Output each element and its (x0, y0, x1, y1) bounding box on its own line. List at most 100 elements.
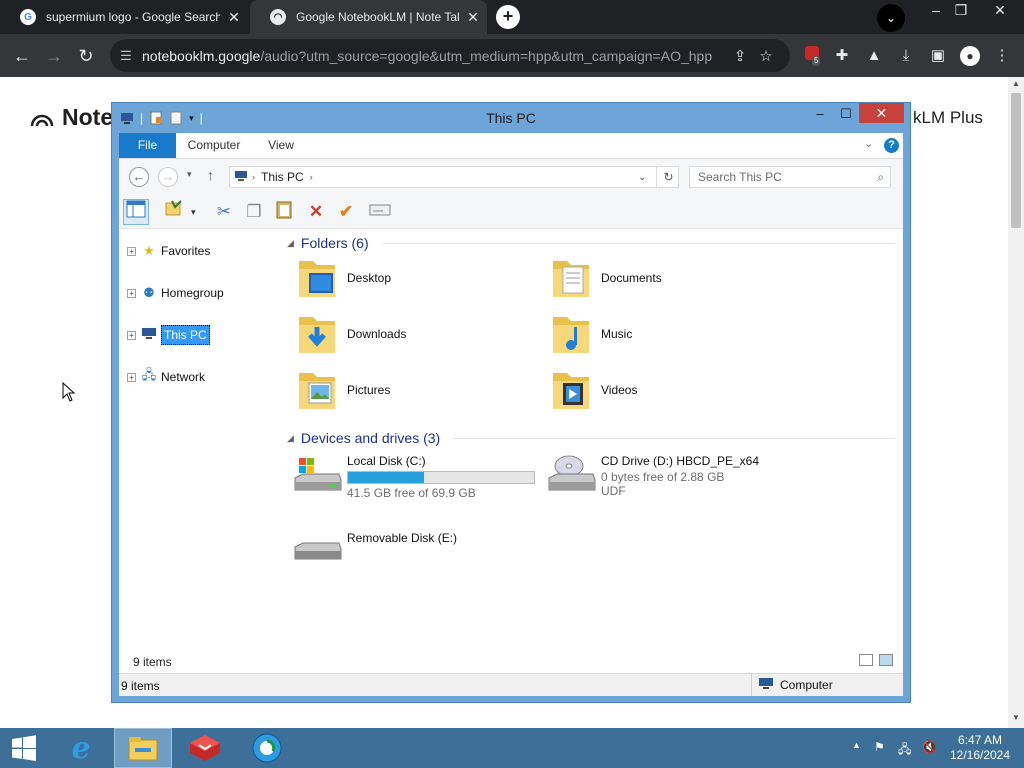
nav-label-selected: This PC (161, 325, 210, 345)
details-view-icon[interactable] (859, 654, 873, 666)
notebooklm-logo[interactable]: Note (30, 104, 113, 131)
browser-tabstrip: G supermium logo - Google Search ✕ ◠ Goo… (0, 0, 1024, 34)
folder-name: Music (601, 327, 633, 341)
labs-flask-icon[interactable]: ▲ (862, 44, 886, 68)
share-icon[interactable]: ⇪ (727, 47, 753, 65)
nav-homegroup[interactable]: + ⚉ Homegroup (127, 283, 224, 303)
breadcrumb-this-pc[interactable]: This PC (261, 170, 304, 184)
profile-avatar-icon[interactable]: ● (958, 44, 982, 68)
drive-name: Removable Disk (E:) (347, 531, 458, 545)
properties-dropdown-icon[interactable]: ▾ (191, 207, 196, 218)
close-tab-icon[interactable]: ✕ (459, 9, 487, 26)
downloads-folder-icon (299, 317, 335, 353)
address-bar[interactable]: ☰ notebooklm.google/audio?utm_source=goo… (110, 39, 790, 72)
folders-group-header[interactable]: ◢ Folders (6) (287, 233, 895, 253)
start-button[interactable] (0, 728, 48, 768)
expand-icon[interactable]: + (127, 372, 136, 382)
drive-local-c[interactable]: Local Disk (C:) 41.5 GB free of 69.9 GB (293, 452, 543, 508)
up-arrow-icon[interactable]: ↑ (207, 167, 214, 183)
network-status-icon[interactable]: 🖧 (898, 740, 911, 761)
address-breadcrumb-bar[interactable]: › This PC › ⌄ ↻ (229, 166, 679, 188)
refresh-icon[interactable]: ↻ (656, 167, 680, 187)
forward-button[interactable]: → (40, 42, 68, 70)
expand-icon[interactable]: + (127, 246, 136, 256)
close-window-button[interactable]: ✕ (859, 103, 904, 123)
ribbon-tab-file[interactable]: File (119, 133, 176, 158)
page-scrollbar[interactable]: ▲ ▼ (1008, 77, 1024, 728)
collapse-icon[interactable]: ◢ (287, 433, 294, 444)
tab-search-button[interactable]: ⌄ (877, 4, 905, 32)
system-clock[interactable]: 6:47 AM 12/16/2024 (940, 733, 1020, 763)
volume-muted-icon[interactable]: 🔇 (922, 740, 937, 754)
properties-folder-icon[interactable] (161, 199, 187, 225)
file-explorer-icon (128, 737, 158, 761)
reload-button[interactable]: ↻ (72, 42, 100, 70)
nav-network[interactable]: + 🖧 Network (127, 367, 205, 387)
folder-pictures[interactable]: Pictures (295, 365, 535, 415)
explorer-titlebar[interactable]: | ▾ | This PC – ☐ ✕ (112, 103, 910, 133)
map-drive-icon[interactable] (367, 199, 393, 225)
scroll-up-icon[interactable]: ▲ (1008, 79, 1024, 88)
expand-ribbon-icon[interactable]: ⌄ (864, 137, 873, 150)
back-arrow-icon[interactable]: ← (129, 167, 149, 187)
download-icon[interactable]: ⤓ (894, 44, 918, 68)
paste-icon[interactable] (271, 199, 297, 225)
search-placeholder: Search This PC (698, 170, 782, 184)
address-dropdown-icon[interactable]: ⌄ (638, 172, 646, 183)
maximize-window-icon[interactable]: ☐ (832, 105, 860, 125)
notebooklm-plus-link[interactable]: kLM Plus (913, 108, 983, 128)
navigation-pane-icon[interactable] (123, 199, 149, 225)
action-center-flag-icon[interactable]: ⚑ (874, 740, 885, 754)
help-icon[interactable]: ? (884, 138, 899, 153)
browser-tab-notebooklm[interactable]: ◠ Google NotebookLM | Note Taking ✕ (250, 0, 487, 34)
folder-documents[interactable]: Documents (549, 253, 789, 303)
taskbar-file-explorer[interactable] (114, 728, 172, 768)
collapse-icon[interactable]: ◢ (287, 238, 294, 249)
breadcrumb-chevron-icon[interactable]: › (252, 172, 255, 182)
taskbar-browser[interactable] (238, 728, 296, 768)
show-hidden-icons[interactable]: ▲ (852, 740, 861, 750)
rename-check-icon[interactable]: ✔ (333, 199, 359, 225)
close-window-icon[interactable]: ✕ (985, 2, 1015, 19)
browser-tab-search[interactable]: G supermium logo - Google Search ✕ (0, 0, 248, 34)
back-button[interactable]: ← (8, 42, 36, 70)
delete-icon[interactable]: ✕ (303, 199, 329, 225)
breadcrumb-chevron-icon[interactable]: › (310, 172, 313, 182)
drive-cd-d[interactable]: CD Drive (D:) HBCD_PE_x64 0 bytes free o… (547, 452, 797, 508)
desktop-folder-icon (299, 261, 335, 297)
expand-icon[interactable]: + (127, 288, 136, 298)
extensions-puzzle-icon[interactable]: ✚ (830, 44, 854, 68)
drives-group-header[interactable]: ◢ Devices and drives (3) (287, 428, 895, 448)
copy-icon[interactable]: ❐ (241, 199, 267, 225)
side-panel-icon[interactable]: ▣ (926, 44, 950, 68)
site-info-icon[interactable]: ☰ (110, 48, 142, 64)
bookmark-star-icon[interactable]: ☆ (753, 47, 779, 65)
nav-favorites[interactable]: + ★ Favorites (127, 241, 210, 261)
search-input[interactable]: Search This PC ⌕ (689, 166, 891, 188)
recent-locations-icon[interactable]: ▾ (187, 169, 192, 180)
menu-kebab-icon[interactable]: ⋮ (990, 44, 1014, 68)
extension-shield-icon[interactable]: 5 (800, 44, 824, 68)
forward-arrow-icon[interactable]: → (158, 167, 178, 187)
close-tab-icon[interactable]: ✕ (220, 9, 248, 26)
drive-removable-e[interactable]: Removable Disk (E:) (293, 529, 543, 585)
folder-desktop[interactable]: Desktop (295, 253, 535, 303)
scroll-down-icon[interactable]: ▼ (1008, 713, 1024, 722)
group-divider (453, 438, 895, 439)
ribbon-tab-view[interactable]: View (253, 133, 309, 158)
large-icons-view-icon[interactable] (879, 654, 893, 666)
folder-music[interactable]: Music (549, 309, 789, 359)
drive-free-space: 41.5 GB free of 69.9 GB (347, 486, 476, 500)
minimize-window-icon[interactable]: – (806, 105, 834, 125)
taskbar-internet-explorer[interactable]: e (52, 728, 110, 768)
ribbon-tab-computer[interactable]: Computer (181, 133, 247, 158)
taskbar-red-app[interactable] (176, 728, 234, 768)
cut-icon[interactable]: ✂ (211, 199, 237, 225)
restore-icon[interactable]: ❐ (946, 2, 976, 19)
nav-this-pc[interactable]: + This PC (127, 325, 210, 345)
folder-videos[interactable]: Videos (549, 365, 789, 415)
scroll-thumb[interactable] (1011, 93, 1021, 228)
folder-downloads[interactable]: Downloads (295, 309, 535, 359)
new-tab-button[interactable]: + (496, 5, 520, 29)
expand-icon[interactable]: + (127, 330, 136, 340)
